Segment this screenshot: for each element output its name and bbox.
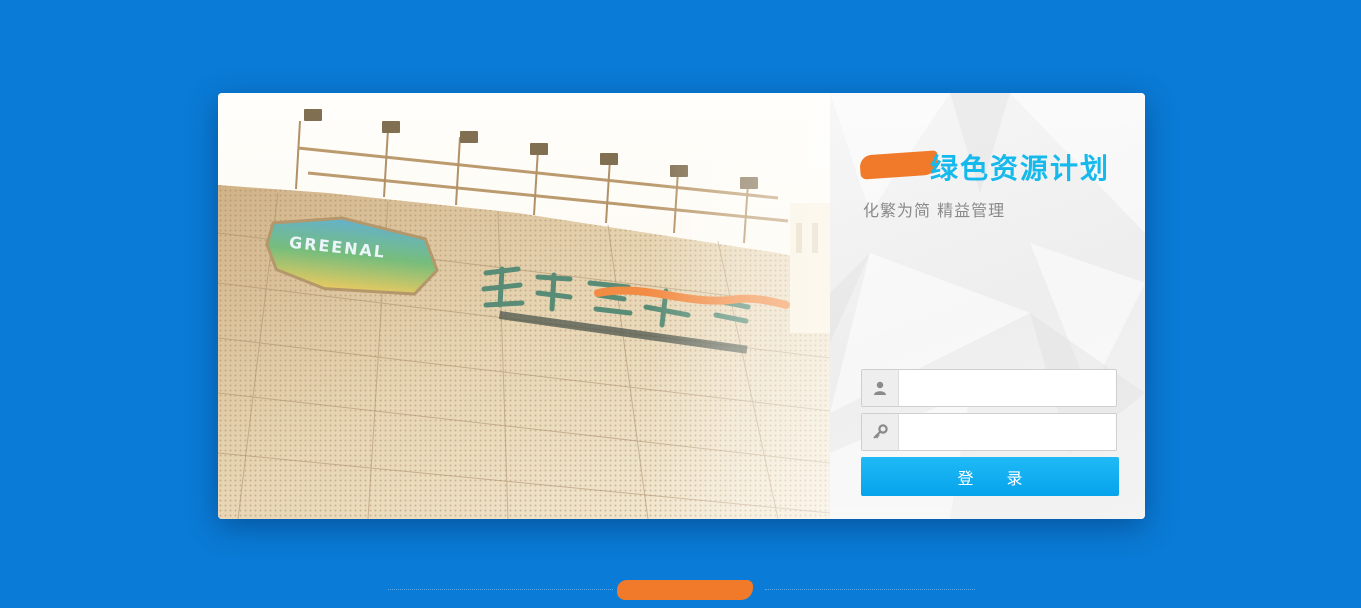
login-card: GREENAL 绿色资源计划 化繁为简 精益管理 登 录 [218,93,1145,519]
slogan: 化繁为简 精益管理 [863,201,1006,220]
building-photo: GREENAL [218,93,830,519]
login-button[interactable]: 登 录 [861,457,1119,496]
key-icon [862,414,899,450]
password-input[interactable] [899,414,1114,450]
user-icon [862,370,899,406]
username-field[interactable] [861,369,1117,407]
login-panel: 绿色资源计划 化繁为简 精益管理 登 录 [830,93,1145,519]
password-field[interactable] [861,413,1117,451]
brand-title: 绿色资源计划 [930,152,1111,185]
footer-divider-right [765,589,975,591]
footer-divider-left [388,589,613,591]
brand: 绿色资源计划 [859,145,1120,185]
brand-redaction [859,150,939,180]
footer-redaction [617,580,753,600]
username-input[interactable] [899,370,1114,406]
